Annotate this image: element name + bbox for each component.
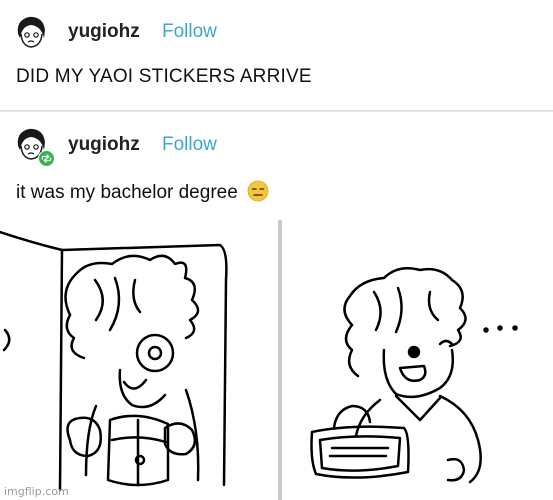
watermark: imgflip.com: [4, 485, 69, 498]
reblog-icon: [38, 150, 55, 167]
original-post: yugiohz Follow DID MY YAOI STICKERS ARRI…: [0, 0, 553, 111]
avatar-face-icon: [13, 14, 49, 50]
follow-button[interactable]: Follow: [162, 134, 217, 156]
expressionless-emoji-icon: [247, 180, 269, 202]
post-text: it was my bachelor degree: [16, 180, 269, 204]
comic-image: imgflip.com: [0, 220, 553, 500]
post-text-content: it was my bachelor degree: [16, 182, 238, 203]
reblog-post: yugiohz Follow it was my bachelor degree: [0, 111, 553, 221]
username[interactable]: yugiohz: [68, 134, 140, 156]
post-text: DID MY YAOI STICKERS ARRIVE: [16, 66, 312, 87]
username[interactable]: yugiohz: [68, 21, 140, 43]
avatar[interactable]: [13, 126, 55, 167]
comic-drawing: [0, 220, 553, 500]
follow-button[interactable]: Follow: [162, 21, 217, 43]
avatar[interactable]: [13, 14, 49, 50]
